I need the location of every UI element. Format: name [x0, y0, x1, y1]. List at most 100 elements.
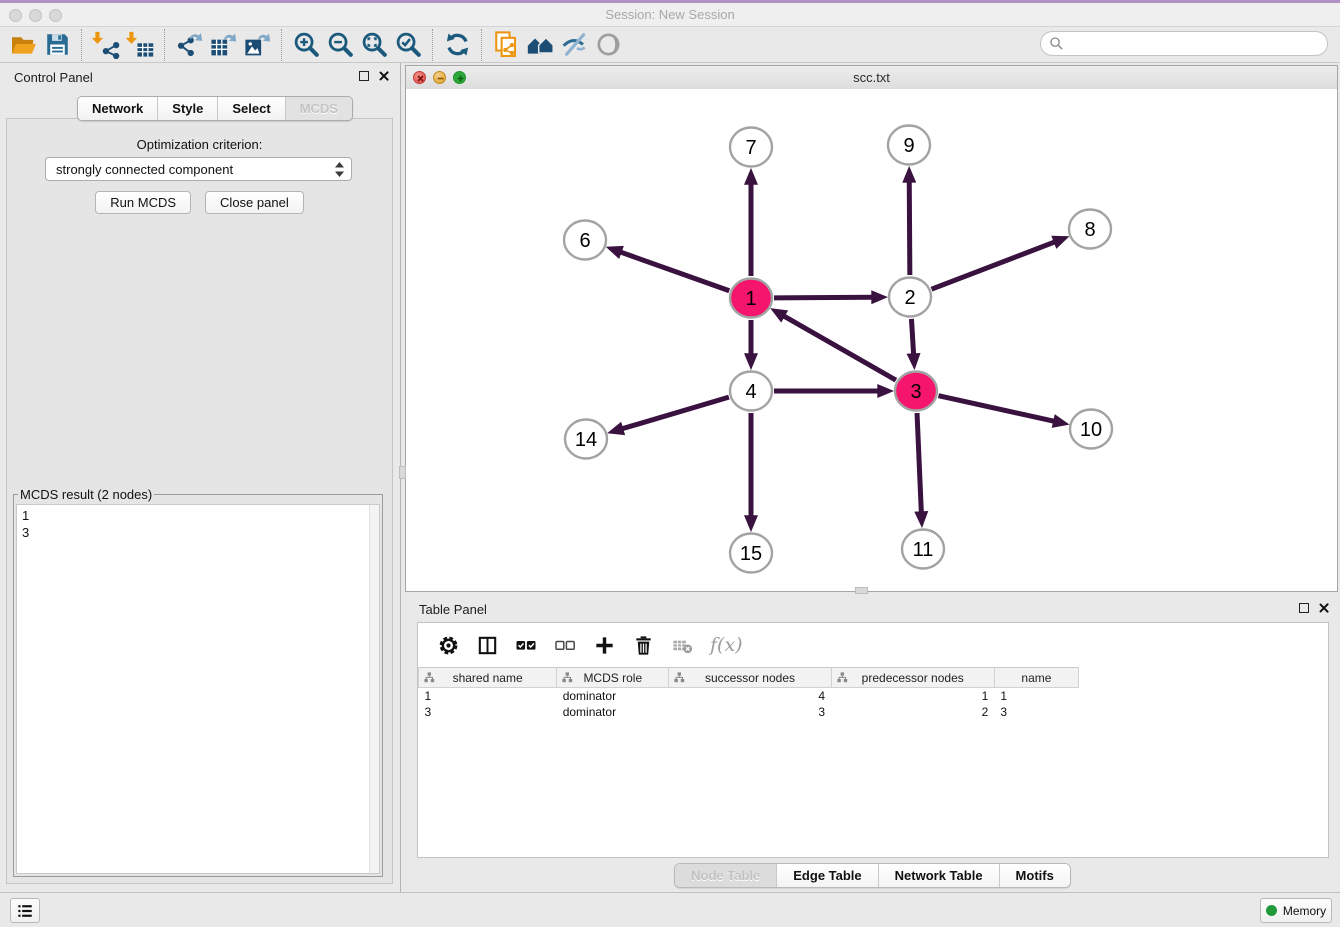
memory-button[interactable]: Memory — [1260, 898, 1332, 923]
graph-edge-3-10[interactable] — [938, 396, 1053, 421]
tab-edge-table[interactable]: Edge Table — [776, 864, 877, 887]
column-header-name[interactable]: name — [994, 668, 1078, 688]
graph-edge-3-11[interactable] — [917, 413, 921, 512]
network-window-title: scc.txt — [406, 70, 1337, 85]
mcds-result-text: 1 3 — [22, 507, 29, 541]
tab-motifs[interactable]: Motifs — [999, 864, 1070, 887]
tab-select[interactable]: Select — [217, 97, 284, 120]
task-history-button[interactable] — [10, 898, 40, 923]
control-panel: Control Panel Network Style Select MCDS … — [0, 63, 401, 892]
os-titlebar: Session: New Session — [0, 3, 1340, 27]
mcds-result-title: MCDS result (2 nodes) — [18, 487, 154, 502]
hierarchy-icon — [424, 672, 435, 683]
vertical-splitter-handle[interactable] — [399, 466, 406, 479]
zoom-selected-icon — [394, 30, 423, 59]
table-row[interactable]: 1 dominator 4 1 1 — [419, 688, 1079, 705]
cell-name[interactable]: 3 — [994, 704, 1078, 720]
copy-current-style-button[interactable] — [489, 29, 523, 61]
gear-icon — [437, 634, 460, 657]
hide-selected-button[interactable] — [557, 29, 591, 61]
delete-table-button[interactable] — [669, 632, 695, 658]
column-header-shared-name[interactable]: shared name — [419, 668, 557, 688]
mcds-result-area[interactable]: 1 3 — [16, 504, 380, 874]
cell-successor-nodes[interactable]: 3 — [669, 704, 831, 720]
network-window-titlebar[interactable]: scc.txt — [406, 66, 1337, 90]
graph-edge-3-1[interactable] — [784, 316, 896, 380]
function-builder-button[interactable]: f(x) — [710, 634, 743, 656]
main-toolbar — [0, 27, 1340, 63]
show-selected-button[interactable] — [591, 29, 625, 61]
node-table: shared name MCDS role successor nodes pr… — [418, 667, 1079, 720]
refresh-icon — [443, 30, 472, 59]
export-image-button[interactable] — [240, 29, 274, 61]
import-network-icon — [92, 30, 121, 59]
zoom-fit-button[interactable] — [357, 29, 391, 61]
save-session-button[interactable] — [40, 29, 74, 61]
graph-node-label: 14 — [575, 429, 597, 451]
delete-column-button[interactable] — [630, 632, 656, 658]
result-scrollbar[interactable] — [369, 505, 379, 873]
open-session-button[interactable] — [6, 29, 40, 61]
zoom-selected-button[interactable] — [391, 29, 425, 61]
search-box[interactable] — [1040, 31, 1328, 56]
table-settings-button[interactable] — [435, 632, 461, 658]
add-column-button[interactable] — [591, 632, 617, 658]
column-header-successor-nodes[interactable]: successor nodes — [669, 668, 831, 688]
close-panel-button[interactable]: Close panel — [205, 191, 304, 214]
graph-edge-1-2[interactable] — [774, 297, 872, 298]
cell-predecessor-nodes[interactable]: 1 — [831, 688, 994, 705]
search-icon — [1049, 36, 1064, 51]
toolbar-separator — [481, 29, 482, 61]
zoom-fit-icon — [360, 30, 389, 59]
zoom-in-icon — [292, 30, 321, 59]
graph-edge-4-14[interactable] — [622, 397, 728, 429]
cell-mcds-role[interactable]: dominator — [557, 688, 669, 705]
import-network-button[interactable] — [89, 29, 123, 61]
graph-edge-2-9[interactable] — [909, 182, 910, 275]
column-header-predecessor-nodes[interactable]: predecessor nodes — [831, 668, 994, 688]
tab-network[interactable]: Network — [78, 97, 157, 120]
import-table-button[interactable] — [123, 29, 157, 61]
close-panel-icon[interactable] — [378, 70, 390, 82]
export-network-button[interactable] — [172, 29, 206, 61]
hierarchy-icon — [674, 672, 685, 683]
tab-network-table[interactable]: Network Table — [878, 864, 999, 887]
zoom-in-button[interactable] — [289, 29, 323, 61]
cell-shared-name[interactable]: 1 — [419, 688, 557, 705]
search-input[interactable] — [1064, 35, 1308, 52]
graph-node-label: 15 — [740, 543, 762, 565]
network-canvas[interactable]: 1234678910111415 — [406, 89, 1337, 591]
export-table-button[interactable] — [206, 29, 240, 61]
show-all-networks-button[interactable] — [523, 29, 557, 61]
tab-node-table[interactable]: Node Table — [675, 864, 776, 887]
tab-style[interactable]: Style — [157, 97, 217, 120]
control-panel-tabs: Network Style Select MCDS — [77, 96, 353, 121]
memory-status-dot — [1266, 905, 1277, 916]
close-panel-icon[interactable] — [1318, 602, 1330, 614]
deselect-all-button[interactable] — [552, 632, 578, 658]
table-toolbar: f(x) — [418, 623, 1328, 667]
cell-successor-nodes[interactable]: 4 — [669, 688, 831, 705]
float-panel-icon[interactable] — [359, 71, 369, 81]
cell-name[interactable]: 1 — [994, 688, 1078, 705]
cell-shared-name[interactable]: 3 — [419, 704, 557, 720]
cell-mcds-role[interactable]: dominator — [557, 704, 669, 720]
column-header-mcds-role[interactable]: MCDS role — [557, 668, 669, 688]
cell-predecessor-nodes[interactable]: 2 — [831, 704, 994, 720]
graph-node-label: 3 — [910, 381, 921, 403]
float-panel-icon[interactable] — [1299, 603, 1309, 613]
run-mcds-button[interactable]: Run MCDS — [95, 191, 191, 214]
zoom-out-button[interactable] — [323, 29, 357, 61]
graph-edge-2-3[interactable] — [911, 319, 913, 354]
tab-mcds[interactable]: MCDS — [285, 97, 352, 120]
select-all-button[interactable] — [513, 632, 539, 658]
horizontal-splitter-handle[interactable] — [855, 587, 868, 594]
network-graph[interactable]: 1234678910111415 — [406, 89, 1337, 591]
table-row[interactable]: 3 dominator 3 2 3 — [419, 704, 1079, 720]
toggle-panels-button[interactable] — [474, 632, 500, 658]
save-floppy-icon — [43, 30, 72, 59]
graph-edge-2-8[interactable] — [932, 242, 1055, 289]
refresh-layout-button[interactable] — [440, 29, 474, 61]
graph-edge-1-6[interactable] — [621, 252, 729, 291]
criterion-select[interactable]: strongly connected component — [45, 157, 352, 181]
